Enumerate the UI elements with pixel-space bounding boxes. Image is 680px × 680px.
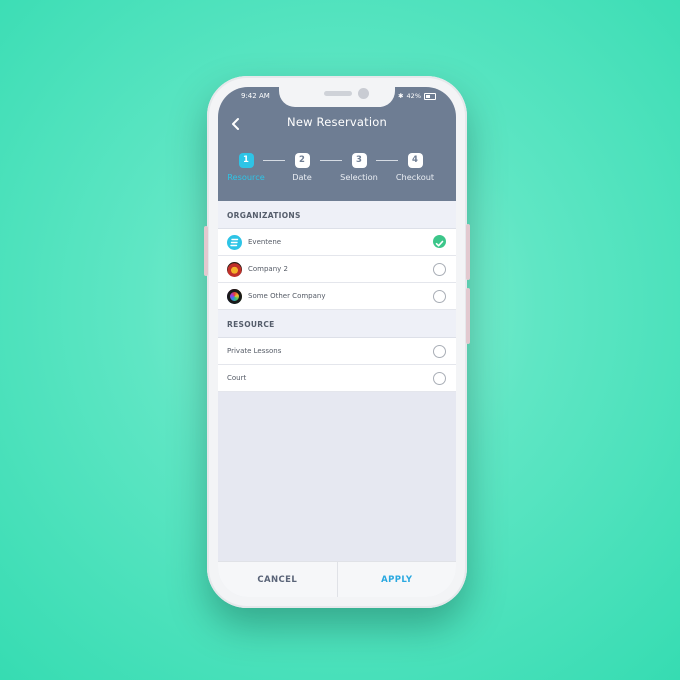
company-2-logo-icon [227, 262, 242, 277]
resource-heading: RESOURCE [218, 310, 456, 338]
step-number: 2 [294, 153, 310, 168]
org-label: Some Other Company [248, 292, 326, 300]
some-other-company-logo-icon [227, 289, 242, 304]
radio-icon[interactable] [433, 372, 446, 385]
camera [358, 88, 369, 99]
step-number: 1 [238, 153, 254, 168]
side-button-left [204, 226, 208, 276]
organizations-heading: ORGANIZATIONS [218, 201, 456, 229]
status-indicators: ✱ 42% [398, 92, 436, 100]
eventene-logo-icon [227, 235, 242, 250]
step-number: 4 [407, 153, 423, 168]
header: 9:42 AM ✱ 42% New Reservation 1 Resource… [218, 87, 456, 201]
page-title: New Reservation [287, 115, 387, 129]
step-label: Checkout [395, 172, 435, 182]
org-item-eventene[interactable]: Eventene [218, 229, 456, 256]
cancel-button[interactable]: CANCEL [218, 562, 338, 597]
resource-label: Private Lessons [227, 347, 282, 355]
step-checkout[interactable]: 4 Checkout [385, 153, 445, 182]
resource-item-court[interactable]: Court [218, 365, 456, 392]
org-label: Company 2 [248, 265, 288, 273]
org-label: Eventene [248, 238, 282, 246]
step-label: Selection [340, 172, 378, 182]
step-resource[interactable]: 1 Resource [218, 153, 276, 182]
side-button-right-upper [466, 224, 470, 280]
apply-button[interactable]: APPLY [338, 562, 457, 597]
speaker [324, 91, 352, 96]
battery-icon [424, 92, 436, 100]
resource-item-private-lessons[interactable]: Private Lessons [218, 338, 456, 365]
step-number: 3 [351, 153, 367, 168]
step-label: Resource [227, 172, 265, 182]
battery-percent: 42% [406, 92, 421, 100]
side-button-right-lower [466, 288, 470, 344]
radio-icon[interactable] [433, 345, 446, 358]
checkmark-icon[interactable] [433, 235, 446, 248]
action-bar: CANCEL APPLY [218, 561, 456, 597]
status-time: 9:42 AM [241, 92, 270, 100]
step-date[interactable]: 2 Date [272, 153, 332, 182]
step-selection[interactable]: 3 Selection [329, 153, 389, 182]
step-label: Date [292, 172, 312, 182]
bluetooth-icon: ✱ [398, 92, 404, 100]
radio-icon[interactable] [433, 290, 446, 303]
radio-icon[interactable] [433, 263, 446, 276]
resource-label: Court [227, 374, 247, 382]
org-item-company-2[interactable]: Company 2 [218, 256, 456, 283]
org-item-some-other-company[interactable]: Some Other Company [218, 283, 456, 310]
notch [279, 87, 395, 107]
phone-frame: 9:42 AM ✱ 42% New Reservation 1 Resource… [204, 76, 470, 608]
screen: 9:42 AM ✱ 42% New Reservation 1 Resource… [218, 87, 456, 597]
